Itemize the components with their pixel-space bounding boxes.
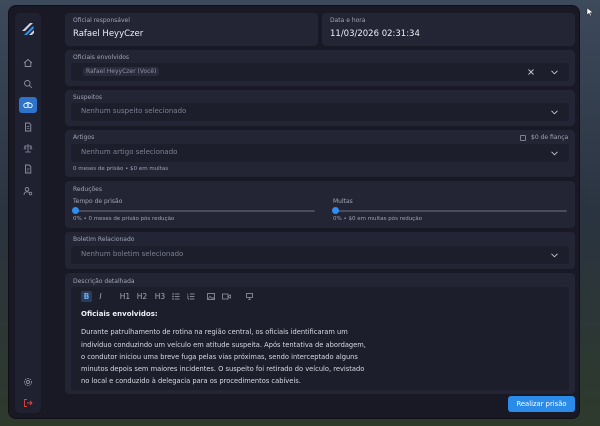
editor-line: Durante patrulhamento de rotina na regiã… [81, 328, 348, 336]
suspeitos-label: Suspeitos [73, 94, 103, 101]
suspeitos-placeholder: Nenhum suspeito selecionado [81, 107, 187, 115]
editor-line: no local e conduzido à delegacia para os… [81, 377, 301, 385]
oficiais-envolvidos-card: Oficiais envolvidos Rafael HeyyCzer (Voc… [65, 50, 575, 86]
settings-icon [24, 378, 32, 386]
reducoes-card: Reduções Tempo de prisão 0% • 0 meses de… [65, 181, 575, 228]
multas-slider-track[interactable] [335, 210, 567, 212]
chevron-down-icon[interactable] [551, 109, 558, 115]
data-hora-label: Data e hora [330, 17, 366, 24]
officer-chip[interactable]: Rafael HeyyCzer (Você) [83, 67, 160, 76]
user-settings-icon [23, 187, 33, 196]
file-icon [25, 164, 32, 174]
data-hora-card: Data e hora 11/03/2026 02:31:34 [322, 13, 575, 46]
bold-button[interactable]: B [81, 291, 92, 302]
editor-heading: Oficiais envolvidos: [81, 310, 158, 318]
search-icon [24, 80, 33, 89]
sidebar-item-reports[interactable] [19, 119, 37, 135]
logout-icon [24, 399, 33, 407]
scales-icon [23, 144, 33, 153]
clear-icon[interactable] [528, 69, 534, 75]
artigos-select[interactable]: Nenhum artigo selecionado [71, 144, 569, 162]
sidebar-item-laws[interactable] [19, 140, 37, 156]
sidebar-item-arrests[interactable] [19, 97, 37, 113]
sidebar [15, 13, 41, 413]
cursor-icon [586, 7, 594, 17]
sidebar-item-files[interactable] [19, 161, 37, 177]
sidebar-item-logout[interactable] [19, 395, 37, 411]
tempo-slider-handle[interactable] [71, 206, 79, 214]
fianca-label: $0 de fiança [531, 134, 569, 141]
editor-line: indivíduo conduzindo um veículo em atitu… [81, 341, 366, 349]
home-icon [23, 58, 33, 67]
oficiais-select[interactable]: Rafael HeyyCzer (Você) [71, 63, 569, 81]
sidebar-item-home[interactable] [19, 55, 37, 71]
boletim-select[interactable]: Nenhum boletim selecionado [71, 246, 569, 264]
tempo-slider-track[interactable] [75, 210, 315, 212]
suspeitos-select[interactable]: Nenhum suspeito selecionado [71, 103, 569, 121]
data-hora-value: 11/03/2026 02:31:34 [330, 29, 420, 39]
embed-icon[interactable] [246, 293, 253, 300]
numbered-list-icon[interactable] [187, 293, 195, 300]
editor-line: o condutor iniciou uma breve fuga pelas … [81, 353, 358, 361]
multas-summary: 0% • $0 em multas pós redução [333, 216, 422, 222]
arrest-form-window: Oficial responsável Rafael HeyyCzer Data… [9, 6, 579, 418]
reducoes-label: Reduções [73, 186, 102, 193]
multas-label: Multas [333, 198, 353, 205]
chevron-down-icon[interactable] [551, 252, 558, 258]
editor-line: minutos depois sem maiores incidentes. O… [81, 365, 365, 373]
artigos-card: Artigos $0 de fiança Nenhum artigo selec… [65, 130, 575, 177]
app-logo-icon [22, 23, 34, 35]
suspeitos-card: Suspeitos Nenhum suspeito selecionado [65, 90, 575, 126]
oficial-responsavel-card: Oficial responsável Rafael HeyyCzer [65, 13, 318, 46]
italic-button[interactable]: I [96, 291, 105, 302]
description-editor[interactable]: B I H1 H2 H3 Oficiais envolvidos: Durant… [71, 287, 569, 390]
chevron-down-icon[interactable] [551, 69, 558, 75]
bullet-list-icon[interactable] [172, 293, 180, 300]
boletim-label: Boletim Relacionado [73, 236, 135, 243]
video-icon[interactable] [222, 293, 231, 300]
boletim-card: Boletim Relacionado Nenhum boletim selec… [65, 232, 575, 269]
artigos-label: Artigos [73, 134, 95, 141]
handcuffs-icon [23, 102, 33, 109]
oficial-label: Oficial responsável [73, 17, 130, 24]
sidebar-item-search[interactable] [19, 76, 37, 92]
artigos-summary: 0 meses de prisão • $0 em multas [73, 166, 169, 172]
descricao-label: Descrição detalhada [73, 278, 135, 285]
h1-button[interactable]: H1 [118, 291, 132, 302]
artigos-placeholder: Nenhum artigo selecionado [81, 148, 178, 156]
oficiais-label: Oficiais envolvidos [73, 54, 130, 61]
image-icon[interactable] [207, 293, 215, 300]
sidebar-item-users[interactable] [19, 183, 37, 199]
tempo-label: Tempo de prisão [73, 198, 123, 205]
multas-slider-handle[interactable] [331, 206, 339, 214]
fianca-checkbox[interactable] [520, 135, 526, 141]
realizar-prisao-button[interactable]: Realizar prisão [508, 396, 575, 412]
sidebar-item-settings[interactable] [19, 374, 37, 390]
h2-button[interactable]: H2 [135, 291, 149, 302]
oficial-value: Rafael HeyyCzer [73, 29, 144, 39]
document-icon [25, 122, 32, 132]
boletim-placeholder: Nenhum boletim selecionado [81, 250, 184, 258]
descricao-card: Descrição detalhada B I H1 H2 H3 Oficiai… [65, 273, 575, 394]
tempo-summary: 0% • 0 meses de prisão pós redução [73, 216, 175, 222]
chevron-down-icon[interactable] [551, 150, 558, 156]
h3-button[interactable]: H3 [153, 291, 167, 302]
